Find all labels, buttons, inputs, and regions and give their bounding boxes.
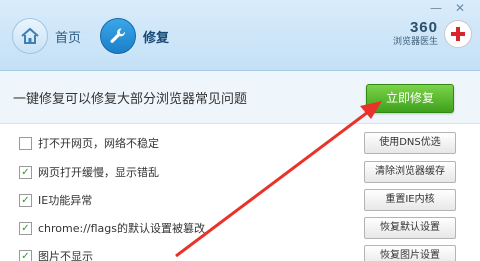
nav-home-label: 首页 <box>55 30 82 46</box>
header-bar: — ✕ 首页 修复 360 浏览器医生 <box>0 0 480 71</box>
brand-subtitle: 浏览器医生 <box>392 37 438 47</box>
checkmark-icon: ✓ <box>21 167 30 178</box>
nav-repair[interactable]: 修复 <box>100 18 169 54</box>
nav-home[interactable]: 首页 <box>12 18 81 54</box>
row-label: 网页打开缓慢，显示错乱 <box>38 166 159 179</box>
row-label: chrome://flags的默认设置被篡改 <box>38 222 206 235</box>
row-action-button[interactable]: 恢复默认设置 <box>364 217 456 239</box>
row-label: 图片不显示 <box>38 250 93 261</box>
checkmark-icon: ✓ <box>21 195 30 206</box>
list-item: ✓ IE功能异常 重置IE内核 <box>0 187 480 214</box>
issue-list: 打不开网页，网络不稳定 使用DNS优选 ✓ 网页打开缓慢，显示错乱 清除浏览器缓… <box>0 124 480 261</box>
list-item: ✓ 图片不显示 恢复图片设置 <box>0 243 480 261</box>
minimize-button[interactable]: — <box>424 0 448 16</box>
wrench-icon <box>100 18 136 54</box>
row-checkbox[interactable] <box>19 137 32 150</box>
repair-now-button[interactable]: 立即修复 <box>366 84 454 113</box>
row-label: IE功能异常 <box>38 194 93 207</box>
checkmark-icon: ✓ <box>21 251 30 261</box>
row-checkbox[interactable]: ✓ <box>19 222 32 235</box>
banner-text: 一键修复可以修复大部分浏览器常见问题 <box>13 92 248 107</box>
list-item: 打不开网页，网络不稳定 使用DNS优选 <box>0 130 480 157</box>
row-checkbox[interactable]: ✓ <box>19 194 32 207</box>
row-action-button[interactable]: 恢复图片设置 <box>364 245 456 261</box>
row-checkbox[interactable]: ✓ <box>19 250 32 261</box>
row-action-button[interactable]: 清除浏览器缓存 <box>364 161 456 183</box>
repair-banner: 一键修复可以修复大部分浏览器常见问题 立即修复 <box>0 71 480 124</box>
home-icon <box>12 18 48 54</box>
list-item: ✓ 网页打开缓慢，显示错乱 清除浏览器缓存 <box>0 159 480 186</box>
row-action-button[interactable]: 重置IE内核 <box>364 189 456 211</box>
window-controls: — ✕ <box>424 0 472 16</box>
brand-number: 360 <box>409 19 438 36</box>
row-action-button[interactable]: 使用DNS优选 <box>364 132 456 154</box>
close-button[interactable]: ✕ <box>448 0 472 16</box>
list-item: ✓ chrome://flags的默认设置被篡改 恢复默认设置 <box>0 215 480 242</box>
nav-repair-label: 修复 <box>143 30 170 46</box>
brand-logo: 360 浏览器医生 <box>393 20 472 48</box>
row-label: 打不开网页，网络不稳定 <box>38 137 159 150</box>
medical-cross-icon <box>444 20 472 48</box>
checkmark-icon: ✓ <box>21 223 30 234</box>
row-checkbox[interactable]: ✓ <box>19 166 32 179</box>
